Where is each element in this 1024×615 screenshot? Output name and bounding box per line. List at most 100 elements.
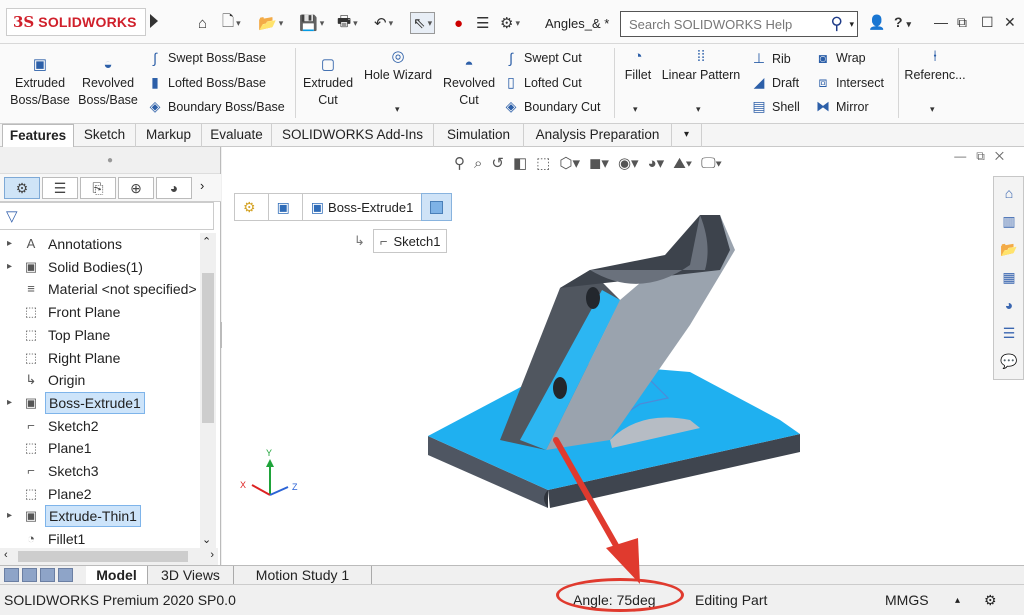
dimxpert-manager-tab-icon[interactable]: ⊕ [118, 177, 154, 199]
tree-node[interactable]: ⬚ Plane1 [0, 437, 198, 459]
fillet-dropdown-icon[interactable]: ▾ [633, 104, 638, 115]
reference-geometry-button[interactable]: ⍿ Referenc... [902, 48, 968, 84]
tab-simulation[interactable]: Simulation [434, 124, 524, 147]
mirror-button[interactable]: ⧓ Mirror [814, 98, 869, 115]
tree-vertical-scrollbar[interactable]: ⌃ ⌄ [200, 233, 216, 548]
next-tab-icon[interactable] [40, 568, 55, 582]
configuration-manager-tab-icon[interactable]: ⎘ [80, 177, 116, 199]
search-icon[interactable]: ⚲ [831, 14, 843, 34]
status-units[interactable]: MMGS [885, 592, 929, 608]
tab-sketch[interactable]: Sketch [74, 124, 136, 147]
tree-horizontal-scrollbar[interactable]: ‹ › [0, 548, 218, 565]
restore-button[interactable]: ⧉ [957, 14, 967, 31]
feature-manager-tab-icon[interactable]: ⚙ [4, 177, 40, 199]
linear-pattern-dropdown-icon[interactable]: ▾ [696, 104, 701, 115]
close-button[interactable]: ✕ [1004, 14, 1016, 31]
forum-icon[interactable]: 💬 [999, 351, 1019, 371]
prev-tab-icon[interactable] [22, 568, 37, 582]
tree-node[interactable]: ▸ ▣ Boss-Extrude1 [0, 391, 198, 414]
display-manager-tab-icon[interactable]: ◕ [156, 177, 192, 199]
last-tab-icon[interactable] [58, 568, 73, 582]
scroll-down-icon[interactable]: ⌄ [202, 533, 211, 546]
tab-features[interactable]: Features [2, 124, 74, 147]
help-search-input[interactable]: Search SOLIDWORKS Help ⚲ ▾ [620, 11, 858, 37]
manager-tabs-next-icon[interactable]: › [200, 178, 204, 193]
maximize-button[interactable]: ☐ [981, 14, 994, 31]
solidworks-resources-icon[interactable]: ⌂ [999, 183, 1019, 203]
tree-node[interactable]: ⬚ Plane2 [0, 483, 198, 505]
lofted-boss-button[interactable]: ▮ Lofted Boss/Base [146, 74, 266, 91]
tree-node[interactable]: ▸ ▣ Solid Bodies(1) [0, 256, 198, 278]
design-library-icon[interactable]: ▥ [999, 211, 1019, 231]
revolved-boss-button[interactable]: ◒ Revolved Boss/Base [76, 56, 140, 109]
hole-wizard-button[interactable]: ◎ Hole Wizard [362, 48, 434, 84]
extruded-cut-button[interactable]: ▢ Extruded Cut [300, 56, 356, 109]
swept-boss-button[interactable]: ∫ Swept Boss/Base [146, 50, 266, 66]
new-document-button[interactable]: 🗋 ▾ [222, 12, 241, 34]
lofted-cut-button[interactable]: ▯ Lofted Cut [502, 74, 582, 91]
status-customize-icon[interactable]: ⚙ [984, 592, 997, 609]
tab-evaluate[interactable]: Evaluate [202, 124, 272, 147]
tree-node[interactable]: ≡ Material <not specified> [0, 278, 198, 300]
rib-button[interactable]: ⊥ Rib [750, 50, 791, 67]
tab-analysis-preparation[interactable]: Analysis Preparation [524, 124, 672, 147]
print-button[interactable]: 🖶 ▾ [337, 12, 358, 34]
solidworks-logo[interactable]: 3S SOLIDWORKS [6, 8, 146, 36]
tree-filter[interactable]: ▽ [0, 202, 214, 230]
tree-node[interactable]: ⌐ Sketch3 [0, 460, 198, 482]
tree-node[interactable]: ▸ ▣ Extrude-Thin1 [0, 505, 198, 528]
tree-node[interactable]: ◔ Fillet1 [0, 528, 198, 548]
tree-node[interactable]: ▸ A Annotations [0, 233, 198, 255]
chevron-down-icon[interactable]: ▾ [849, 19, 854, 30]
tab-motion-study-1[interactable]: Motion Study 1 [234, 566, 372, 585]
tree-node[interactable]: ⬚ Right Plane [0, 347, 198, 369]
boundary-cut-button[interactable]: ◈ Boundary Cut [502, 98, 601, 115]
tab-solidworks-add-ins[interactable]: SOLIDWORKS Add-Ins [272, 124, 434, 147]
help-button[interactable]: ? ▾ [894, 14, 911, 30]
first-tab-icon[interactable] [4, 568, 19, 582]
home-icon[interactable]: ⌂ [198, 12, 207, 34]
hscrollbar-thumb[interactable] [18, 551, 188, 562]
save-button[interactable]: 💾 ▾ [299, 12, 324, 34]
expand-arrow-icon[interactable]: ▸ [7, 505, 12, 527]
expand-arrow-icon[interactable]: ▸ [7, 256, 12, 278]
reference-dropdown-icon[interactable]: ▾ [930, 104, 935, 115]
file-explorer-icon[interactable]: 📂 [999, 239, 1019, 259]
swept-cut-button[interactable]: ∫ Swept Cut [502, 50, 582, 66]
tab-model[interactable]: Model [86, 566, 148, 585]
view-palette-icon[interactable]: ▦ [999, 267, 1019, 287]
rebuild-icon[interactable]: ● [454, 12, 463, 34]
panel-grip[interactable]: ● [0, 147, 220, 174]
part-model[interactable] [222, 147, 1024, 565]
expand-arrow-icon[interactable]: ▸ [7, 233, 12, 255]
boundary-boss-button[interactable]: ◈ Boundary Boss/Base [146, 98, 285, 115]
select-button[interactable]: ⇖ ▾ [410, 12, 436, 34]
scroll-up-icon[interactable]: ⌃ [202, 235, 211, 248]
scroll-right-icon[interactable]: › [210, 549, 214, 561]
expand-arrow-icon[interactable]: ▸ [7, 392, 12, 414]
scroll-left-icon[interactable]: ‹ [4, 549, 8, 561]
hole-wizard-dropdown-icon[interactable]: ▾ [395, 104, 400, 115]
linear-pattern-button[interactable]: ⁞⁞ Linear Pattern [658, 48, 744, 84]
open-button[interactable]: 📂 ▾ [258, 12, 283, 34]
fillet-button[interactable]: ◔ Fillet [618, 48, 658, 84]
tree-node[interactable]: ⬚ Front Plane [0, 301, 198, 323]
options-gear-icon[interactable]: ⚙ ▾ [500, 12, 520, 34]
property-manager-tab-icon[interactable]: ☰ [42, 177, 78, 199]
file-properties-icon[interactable]: ☰ [476, 12, 489, 34]
tree-node[interactable]: ⬚ Top Plane [0, 324, 198, 346]
revolved-cut-button[interactable]: ◓ Revolved Cut [440, 56, 498, 109]
tab-3d-views[interactable]: 3D Views [148, 566, 234, 585]
menu-expand-arrow-icon[interactable] [150, 14, 158, 28]
intersect-button[interactable]: ⧈ Intersect [814, 74, 884, 91]
graphics-area[interactable]: ⚲ ⌕ ↺ ◧ ⬚ ⬡▾ ◼▾ ◉▾ ◕▾ ⛰▾ 🖵▾ —⧉✕ ⚙ ▣ ▣ Bos… [222, 147, 1024, 565]
tree-node[interactable]: ⌐ Sketch2 [0, 415, 198, 437]
tabs-overflow-chevron-icon[interactable]: ▾ [672, 124, 702, 147]
shell-button[interactable]: ▤ Shell [750, 98, 799, 115]
tab-markup[interactable]: Markup [136, 124, 202, 147]
tree-node[interactable]: ↳ Origin [0, 369, 198, 391]
extruded-boss-button[interactable]: ▣ Extruded Boss/Base [8, 56, 72, 109]
scrollbar-thumb[interactable] [202, 273, 214, 423]
wrap-button[interactable]: ◙ Wrap [814, 50, 866, 66]
appearances-icon[interactable]: ◕ [999, 295, 1019, 315]
